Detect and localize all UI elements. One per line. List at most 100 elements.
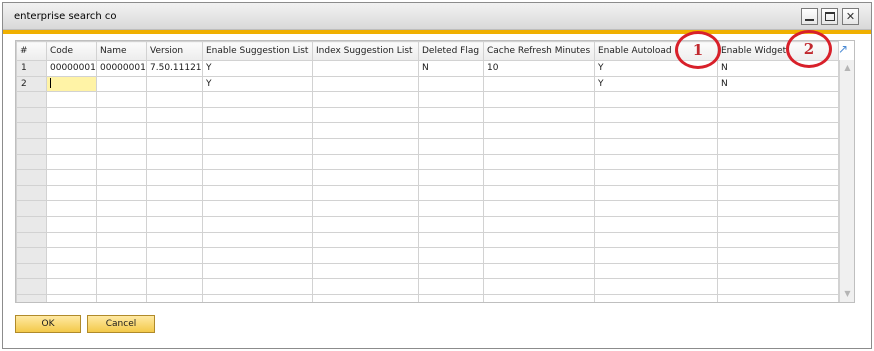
empty-cell[interactable] (202, 215, 313, 233)
empty-cell[interactable] (594, 231, 718, 249)
empty-cell[interactable] (46, 106, 97, 124)
empty-cell[interactable] (418, 247, 484, 264)
cell-cache-refresh-minutes[interactable] (483, 75, 595, 93)
empty-cell[interactable] (202, 137, 313, 155)
table-row-empty[interactable] (16, 262, 839, 280)
empty-cell[interactable] (46, 91, 97, 108)
empty-cell[interactable] (483, 231, 595, 249)
empty-cell[interactable] (312, 137, 419, 155)
empty-cell[interactable] (46, 184, 97, 202)
table-row-empty[interactable] (16, 293, 839, 302)
empty-cell[interactable] (717, 122, 839, 139)
column-header-deleted-flag[interactable]: Deleted Flag (418, 41, 484, 61)
empty-cell[interactable] (202, 122, 313, 139)
row-number-empty[interactable] (16, 262, 47, 280)
empty-cell[interactable] (483, 200, 595, 217)
empty-cell[interactable] (717, 106, 839, 124)
empty-cell[interactable] (717, 231, 839, 249)
empty-cell[interactable] (46, 278, 97, 295)
empty-cell[interactable] (46, 153, 97, 171)
column-header-rownum[interactable]: # (16, 41, 47, 61)
empty-cell[interactable] (46, 293, 97, 302)
empty-cell[interactable] (312, 106, 419, 124)
empty-cell[interactable] (418, 91, 484, 108)
empty-cell[interactable] (96, 293, 147, 302)
row-number-empty[interactable] (16, 169, 47, 186)
empty-cell[interactable] (312, 247, 419, 264)
empty-cell[interactable] (46, 247, 97, 264)
empty-cell[interactable] (146, 293, 203, 302)
empty-cell[interactable] (96, 231, 147, 249)
cell-deleted-flag[interactable]: N (418, 60, 484, 77)
row-number-empty[interactable] (16, 200, 47, 217)
row-number-empty[interactable] (16, 106, 47, 124)
vertical-scrollbar[interactable]: ▲ ▼ (839, 60, 854, 302)
empty-cell[interactable] (96, 278, 147, 295)
empty-cell[interactable] (717, 247, 839, 264)
empty-cell[interactable] (594, 137, 718, 155)
empty-cell[interactable] (312, 122, 419, 139)
empty-cell[interactable] (312, 231, 419, 249)
empty-cell[interactable] (418, 169, 484, 186)
empty-cell[interactable] (418, 215, 484, 233)
empty-cell[interactable] (46, 215, 97, 233)
empty-cell[interactable] (312, 153, 419, 171)
cell-code[interactable]: 00000001 (46, 60, 97, 77)
table-row-empty[interactable] (16, 91, 839, 108)
minimize-button[interactable] (801, 8, 818, 25)
empty-cell[interactable] (146, 137, 203, 155)
empty-cell[interactable] (594, 169, 718, 186)
empty-cell[interactable] (96, 247, 147, 264)
empty-cell[interactable] (717, 215, 839, 233)
empty-cell[interactable] (46, 200, 97, 217)
close-button[interactable]: ✕ (842, 8, 859, 25)
cell-index-suggestion-list[interactable] (312, 75, 419, 93)
scroll-up-icon[interactable]: ▲ (842, 63, 853, 73)
empty-cell[interactable] (594, 293, 718, 302)
empty-cell[interactable] (202, 278, 313, 295)
empty-cell[interactable] (483, 91, 595, 108)
table-row-empty[interactable] (16, 137, 839, 155)
row-number-empty[interactable] (16, 153, 47, 171)
empty-cell[interactable] (96, 91, 147, 108)
empty-cell[interactable] (146, 91, 203, 108)
row-number-empty[interactable] (16, 231, 47, 249)
empty-cell[interactable] (418, 293, 484, 302)
table-row-empty[interactable] (16, 215, 839, 233)
cell-index-suggestion-list[interactable] (312, 60, 419, 77)
empty-cell[interactable] (96, 153, 147, 171)
table-row-empty[interactable] (16, 247, 839, 264)
empty-cell[interactable] (418, 106, 484, 124)
table-row-empty[interactable] (16, 169, 839, 186)
expand-arrow-icon[interactable]: ↗ (838, 43, 850, 55)
empty-cell[interactable] (312, 293, 419, 302)
cell-version[interactable]: 7.50.11121 (146, 60, 203, 77)
row-number[interactable]: 2 (16, 75, 47, 93)
empty-cell[interactable] (96, 137, 147, 155)
empty-cell[interactable] (146, 231, 203, 249)
empty-cell[interactable] (46, 231, 97, 249)
empty-cell[interactable] (418, 262, 484, 280)
table-row-empty[interactable] (16, 106, 839, 124)
empty-cell[interactable] (594, 262, 718, 280)
empty-cell[interactable] (202, 91, 313, 108)
empty-cell[interactable] (418, 278, 484, 295)
cell-deleted-flag[interactable] (418, 75, 484, 93)
empty-cell[interactable] (312, 262, 419, 280)
row-number-empty[interactable] (16, 278, 47, 295)
empty-cell[interactable] (594, 106, 718, 124)
empty-cell[interactable] (202, 169, 313, 186)
cell-cache-refresh-minutes[interactable]: 10 (483, 60, 595, 77)
empty-cell[interactable] (202, 184, 313, 202)
empty-cell[interactable] (312, 91, 419, 108)
column-header-enable-suggestion-list[interactable]: Enable Suggestion List (202, 41, 313, 61)
empty-cell[interactable] (717, 137, 839, 155)
empty-cell[interactable] (96, 215, 147, 233)
empty-cell[interactable] (96, 122, 147, 139)
column-header-index-suggestion-list[interactable]: Index Suggestion List (312, 41, 419, 61)
empty-cell[interactable] (483, 137, 595, 155)
cell-version[interactable] (146, 75, 203, 93)
empty-cell[interactable] (418, 231, 484, 249)
empty-cell[interactable] (312, 200, 419, 217)
empty-cell[interactable] (717, 278, 839, 295)
